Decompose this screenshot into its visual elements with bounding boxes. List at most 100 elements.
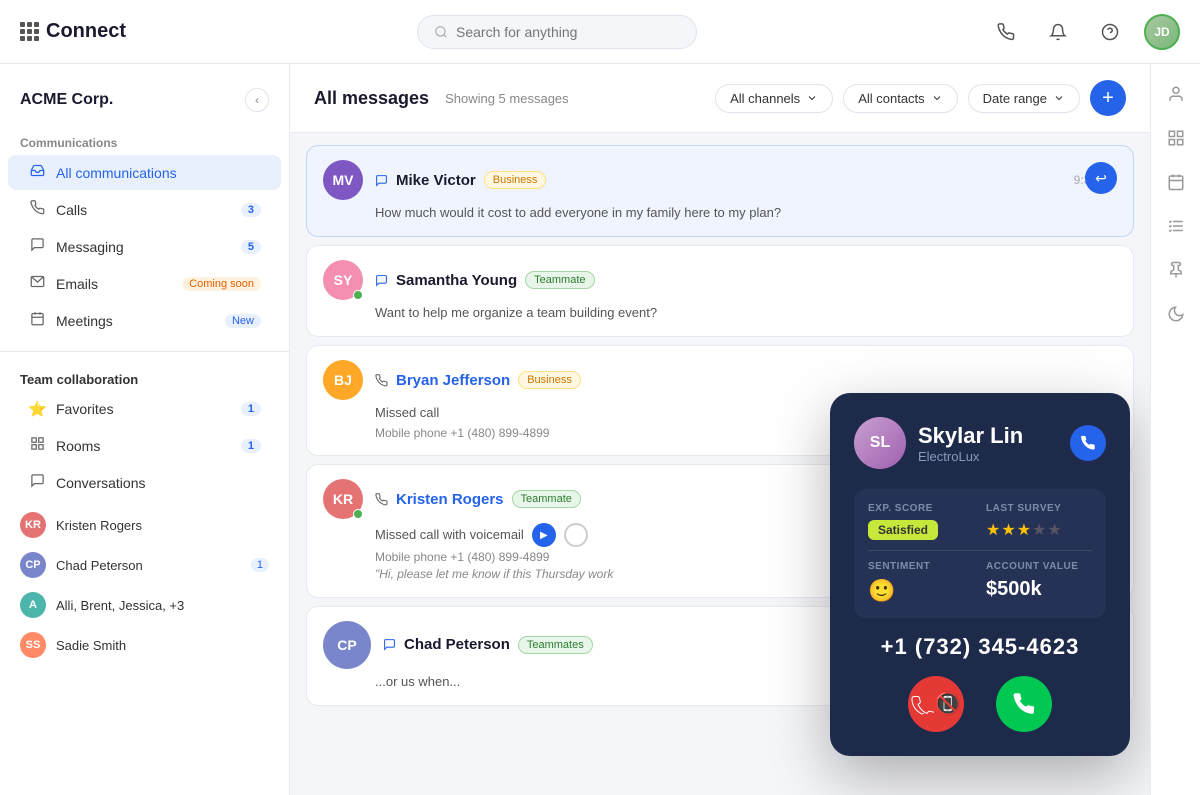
sidebar-item-emails[interactable]: Emails Coming soon (8, 266, 281, 301)
rooms-badge: 1 (241, 439, 261, 453)
contact-name-chad-msg: Chad Peterson (404, 636, 510, 653)
call-contact-company: ElectroLux (918, 449, 1023, 464)
call-end-btn[interactable]: 📵 (908, 676, 964, 732)
chevron-down-icon (806, 92, 818, 104)
communications-label: Communications (0, 128, 289, 154)
sidebar-item-label-all-communications: All communications (56, 165, 261, 181)
inbox-icon (28, 163, 46, 182)
tag-samantha: Teammate (525, 271, 594, 289)
help-icon-btn[interactable] (1092, 14, 1128, 50)
contact-name-kristen: Kristen Rogers (56, 518, 269, 533)
call-contact-row: SL Skylar Lin ElectroLux (854, 417, 1106, 469)
notification-icon-btn[interactable] (1040, 14, 1076, 50)
messaging-badge: 5 (241, 240, 261, 254)
search-icon (434, 25, 448, 39)
reply-btn-mike-victor[interactable]: ↩ (1085, 162, 1117, 194)
sidebar-item-messaging[interactable]: Messaging 5 (8, 229, 281, 264)
sidebar-item-favorites[interactable]: ⭐ Favorites 1 (8, 392, 281, 426)
chad-badge: 1 (251, 558, 269, 572)
play-voicemail-btn[interactable]: ▶ (532, 523, 556, 547)
emails-icon (28, 274, 46, 293)
contact-avatar-group: A (20, 592, 46, 618)
call-phone-small-btn[interactable] (1070, 425, 1106, 461)
sidebar-item-rooms[interactable]: Rooms 1 (8, 428, 281, 463)
filter-channels-btn[interactable]: All channels (715, 84, 833, 113)
emails-coming-soon-badge: Coming soon (182, 277, 261, 291)
call-channel-icon-kristen (375, 493, 388, 506)
favorites-badge: 1 (241, 402, 261, 416)
phone-icon-btn[interactable] (988, 14, 1024, 50)
contact-group[interactable]: A Alli, Brent, Jessica, +3 (0, 585, 289, 625)
conversations-icon (28, 473, 46, 492)
sidebar-item-label-favorites: Favorites (56, 401, 231, 417)
contact-kristen-rogers[interactable]: KR Kristen Rogers (0, 505, 289, 545)
filter-daterange-btn[interactable]: Date range (968, 84, 1080, 113)
filter-contacts-btn[interactable]: All contacts (843, 84, 957, 113)
meetings-icon (28, 311, 46, 330)
stats-divider (868, 550, 1092, 551)
message-card-mike-victor[interactable]: MV Mike Victor Business 9:30 am ↩ How mu… (306, 145, 1134, 237)
sentiment-emoji: 🙂 (868, 578, 974, 604)
add-message-btn[interactable]: + (1090, 80, 1126, 116)
online-indicator-samantha (353, 290, 363, 300)
right-contacts-btn[interactable] (1158, 76, 1194, 112)
filter-channels-label: All channels (730, 91, 800, 106)
sidebar-item-label-messaging: Messaging (56, 239, 231, 255)
grid-icon (20, 22, 38, 41)
msg-body-samantha: Want to help me organize a team building… (323, 304, 1117, 322)
contact-chad-peterson[interactable]: CP Chad Peterson 1 (0, 545, 289, 585)
search-input[interactable] (456, 24, 656, 40)
tag-chad: Teammates (518, 636, 593, 654)
contact-name-sadie: Sadie Smith (56, 638, 269, 653)
contact-name-samantha: Samantha Young (396, 272, 517, 289)
rooms-icon (28, 436, 46, 455)
right-iconbar (1150, 64, 1200, 795)
contact-avatar-chad: CP (20, 552, 46, 578)
voicemail-indicator (564, 523, 588, 547)
filter-daterange-label: Date range (983, 91, 1047, 106)
sidebar-item-label-conversations: Conversations (56, 475, 261, 491)
account-value-label: ACCOUNT VALUE (986, 561, 1092, 572)
right-grid-btn[interactable] (1158, 120, 1194, 156)
call-action-buttons: 📵 (854, 676, 1106, 732)
call-contact-info: Skylar Lin ElectroLux (918, 423, 1023, 464)
tag-bryan: Business (518, 371, 581, 389)
app-logo: Connect (20, 20, 126, 43)
avatar-mike-victor: MV (323, 160, 363, 200)
collapse-sidebar-btn[interactable]: ‹ (245, 88, 269, 112)
contact-name-group: Alli, Brent, Jessica, +3 (56, 598, 269, 613)
search-area (138, 15, 976, 49)
msg-body-mike-victor: How much would it cost to add everyone i… (323, 204, 1117, 222)
sidebar-divider (0, 351, 289, 352)
right-pin-btn[interactable] (1158, 252, 1194, 288)
user-avatar[interactable]: JD (1144, 14, 1180, 50)
contact-avatar-kristen: KR (20, 512, 46, 538)
sidebar-item-conversations[interactable]: Conversations (8, 465, 281, 500)
sidebar-item-label-calls: Calls (56, 202, 231, 218)
team-collaboration-label: Team collaboration (0, 364, 289, 391)
chevron-down-icon-2 (931, 92, 943, 104)
sidebar-item-all-communications[interactable]: All communications (8, 155, 281, 190)
company-header: ACME Corp. ‹ (0, 80, 289, 128)
right-checklist-btn[interactable] (1158, 208, 1194, 244)
last-survey-label: LAST SURVEY (986, 503, 1092, 514)
sidebar-item-calls[interactable]: Calls 3 (8, 192, 281, 227)
main-layout: ACME Corp. ‹ Communications All communic… (0, 64, 1200, 795)
survey-stars: ★★★★★ (986, 520, 1092, 540)
last-survey-block: LAST SURVEY ★★★★★ (986, 503, 1092, 540)
avatar-chad-peterson: CP (323, 621, 371, 669)
calls-icon (28, 200, 46, 219)
avatar-samantha-young: SY (323, 260, 363, 300)
filter-contacts-label: All contacts (858, 91, 924, 106)
contact-name-bryan: Bryan Jefferson (396, 372, 510, 389)
right-calendar-btn[interactable] (1158, 164, 1194, 200)
company-name: ACME Corp. (20, 91, 113, 109)
right-moon-btn[interactable] (1158, 296, 1194, 332)
call-contact-avatar: SL (854, 417, 906, 469)
call-answer-btn[interactable] (996, 676, 1052, 732)
missed-call-voicemail-label: Missed call with voicemail (375, 526, 524, 544)
search-box[interactable] (417, 15, 697, 49)
contact-sadie-smith[interactable]: SS Sadie Smith (0, 625, 289, 665)
message-card-samantha-young[interactable]: SY Samantha Young Teammate Want to help … (306, 245, 1134, 337)
sidebar-item-meetings[interactable]: Meetings New (8, 303, 281, 338)
